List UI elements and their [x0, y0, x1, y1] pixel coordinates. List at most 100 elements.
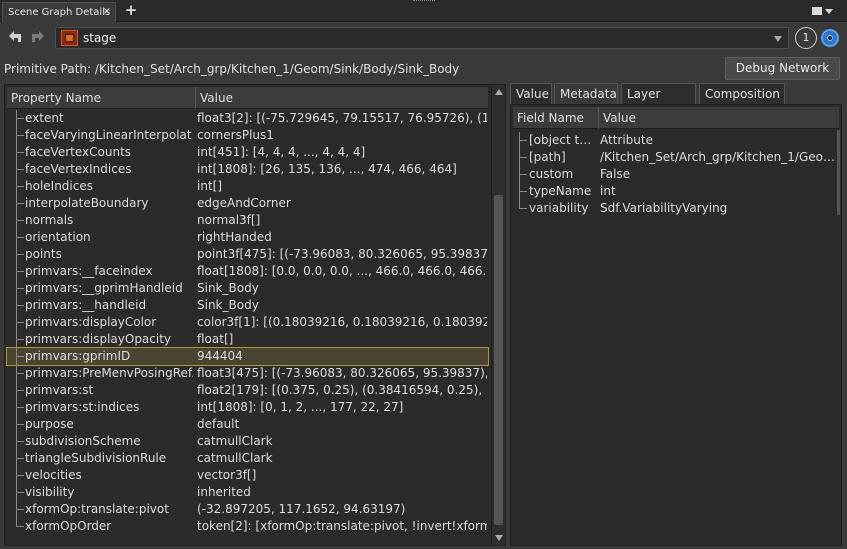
table-row[interactable]: points point3f[475]: [(-73.96083, 80.3260…	[7, 246, 488, 263]
table-row[interactable]: primvars:st:indices int[1808]: [0, 1, 2, …	[7, 399, 488, 416]
tab-scene-graph-details[interactable]: Scene Graph Details ×	[2, 2, 116, 22]
property-name: xformOpOrder	[25, 519, 112, 533]
tab-composition[interactable]: Composition	[699, 83, 785, 105]
tree-branch-line	[16, 127, 25, 144]
table-row[interactable]: extent float3[2]: [(-75.729645, 79.15517,…	[7, 110, 488, 127]
property-value: inherited	[197, 485, 251, 499]
property-name: holeIndices	[25, 179, 93, 193]
table-row[interactable]: faceVertexIndices int[1808]: [26, 135, 13…	[7, 161, 488, 178]
tree-branch-line	[16, 144, 25, 161]
property-value: normal3f[]	[197, 213, 261, 227]
table-row[interactable]: primvars:__handleid Sink_Body	[7, 297, 488, 314]
tab-value[interactable]: Value	[510, 83, 552, 105]
tab-close-icon[interactable]: ×	[103, 6, 111, 17]
tree-branch-line	[16, 297, 25, 314]
property-name: interpolateBoundary	[25, 196, 149, 210]
metadata-rows: [object ty... Attribute [path] /Kitchen_Set…	[513, 132, 839, 217]
table-row[interactable]: xformOpOrder token[2]: [xformOp:translate…	[7, 518, 488, 535]
column-header-field-name[interactable]: Field Name	[513, 107, 599, 129]
property-value: vector3f[]	[197, 468, 257, 482]
back-button[interactable]	[6, 29, 24, 47]
field-name: custom	[529, 167, 574, 181]
table-row[interactable]: orientation rightHanded	[7, 229, 488, 246]
property-value: (-32.897205, 117.1652, 94.63197)	[197, 502, 406, 516]
property-table-header: Property Name Value	[7, 87, 488, 109]
table-row[interactable]: purpose default	[7, 416, 488, 433]
tree-branch-line	[16, 433, 25, 450]
table-row[interactable]: velocities vector3f[]	[7, 467, 488, 484]
scroll-up-icon[interactable]	[495, 89, 503, 95]
pane-menu-button[interactable]	[810, 4, 834, 18]
property-value: float[1808]: [0.0, 0.0, 0.0, ..., 466.0,…	[197, 264, 487, 278]
table-row[interactable]: primvars:st float2[179]: [(0.375, 0.25), …	[7, 382, 488, 399]
table-row[interactable]: faceVertexCounts int[451]: [4, 4, 4, ...,…	[7, 144, 488, 161]
field-value: False	[600, 167, 631, 181]
link-selection-icon[interactable]	[821, 29, 839, 47]
table-row[interactable]: primvars:displayOpacity float[]	[7, 331, 488, 348]
metadata-table: Field Name Value [object ty... Attribute[…	[510, 104, 842, 546]
pane-layout-icon	[812, 7, 822, 15]
property-name: purpose	[25, 417, 74, 431]
property-name: visibility	[25, 485, 75, 499]
table-row[interactable]: [object ty... Attribute	[513, 132, 839, 149]
tab-metadata[interactable]: Metadata	[554, 83, 618, 105]
tree-branch-line	[16, 229, 25, 246]
table-row[interactable]: primvars:__faceindex float[1808]: [0.0, 0…	[7, 263, 488, 280]
column-header-value[interactable]: Value	[196, 87, 488, 109]
forward-button[interactable]	[29, 29, 47, 47]
table-row[interactable]: primvars:gprimID 944404	[6, 347, 489, 366]
table-row[interactable]: xformOp:translate:pivot (-32.897205, 117.…	[7, 501, 488, 518]
metadata-scrollbar[interactable]	[837, 130, 840, 215]
property-value: catmullClark	[197, 434, 273, 448]
property-table-scrollbar[interactable]	[491, 85, 505, 545]
table-row[interactable]: primvars:PreMenvPosingRef... float3[475]:…	[7, 365, 488, 382]
property-value: Sink_Body	[197, 298, 259, 312]
tree-branch-line	[16, 484, 25, 501]
property-value: int[]	[197, 179, 223, 193]
table-row[interactable]: subdivisionScheme catmullClark	[7, 433, 488, 450]
property-value: 944404	[197, 349, 243, 363]
property-value: edgeAndCorner	[197, 196, 291, 210]
property-name: faceVertexCounts	[25, 145, 132, 159]
table-row[interactable]: primvars:__gprimHandleid Sink_Body	[7, 280, 488, 297]
chevron-down-icon	[825, 9, 833, 14]
debug-network-button[interactable]: Debug Network	[725, 57, 840, 80]
table-row[interactable]: interpolateBoundary edgeAndCorner	[7, 195, 488, 212]
property-name: points	[25, 247, 62, 261]
column-header-property-name[interactable]: Property Name	[7, 87, 196, 109]
table-row[interactable]: visibility inherited	[7, 484, 488, 501]
property-name: subdivisionScheme	[25, 434, 141, 448]
table-row[interactable]: triangleSubdivisionRule catmullClark	[7, 450, 488, 467]
property-value: int[1808]: [26, 135, 136, ..., 474, 466,…	[197, 162, 457, 176]
table-row[interactable]: faceVaryingLinearInterpolat... cornersPlu…	[7, 127, 488, 144]
scroll-down-icon[interactable]	[495, 535, 503, 541]
property-value: color3f[1]: [(0.18039216, 0.18039216, 0.…	[197, 315, 487, 329]
table-row[interactable]: typeName int	[513, 183, 839, 200]
tree-branch-line	[16, 331, 25, 348]
table-row[interactable]: custom False	[513, 166, 839, 183]
field-value: Attribute	[600, 133, 653, 147]
property-value: point3f[475]: [(-73.96083, 80.326065, 95…	[197, 247, 487, 261]
column-header-value[interactable]: Value	[599, 107, 839, 129]
property-name: faceVaryingLinearInterpolat...	[25, 128, 193, 142]
tree-branch-line	[16, 450, 25, 467]
property-name: triangleSubdivisionRule	[25, 451, 167, 465]
table-row[interactable]: variability Sdf.VariabilityVarying	[513, 200, 839, 217]
stage-path-combo[interactable]: stage	[55, 27, 789, 49]
scrollbar-thumb[interactable]	[494, 195, 503, 525]
property-name: primvars:__gprimHandleid	[25, 281, 183, 295]
tab-layer-stack[interactable]: Layer Stack	[621, 83, 696, 121]
property-name: faceVertexIndices	[25, 162, 132, 176]
add-tab-button[interactable]: +	[124, 2, 138, 18]
pane-grip-handle[interactable]	[413, 0, 435, 3]
table-row[interactable]: holeIndices int[]	[7, 178, 488, 195]
table-row[interactable]: normals normal3f[]	[7, 212, 488, 229]
property-name: xformOp:translate:pivot	[25, 502, 169, 516]
chevron-down-icon[interactable]	[774, 36, 782, 42]
property-name: velocities	[25, 468, 82, 482]
table-row[interactable]: [path] /Kitchen_Set/Arch_grp/Kitchen_1/Ge…	[513, 149, 839, 166]
tree-branch-line	[16, 501, 25, 518]
tree-branch-line	[16, 399, 25, 416]
table-row[interactable]: primvars:displayColor color3f[1]: [(0.180…	[7, 314, 488, 331]
pin-number-button[interactable]: 1	[795, 27, 817, 49]
